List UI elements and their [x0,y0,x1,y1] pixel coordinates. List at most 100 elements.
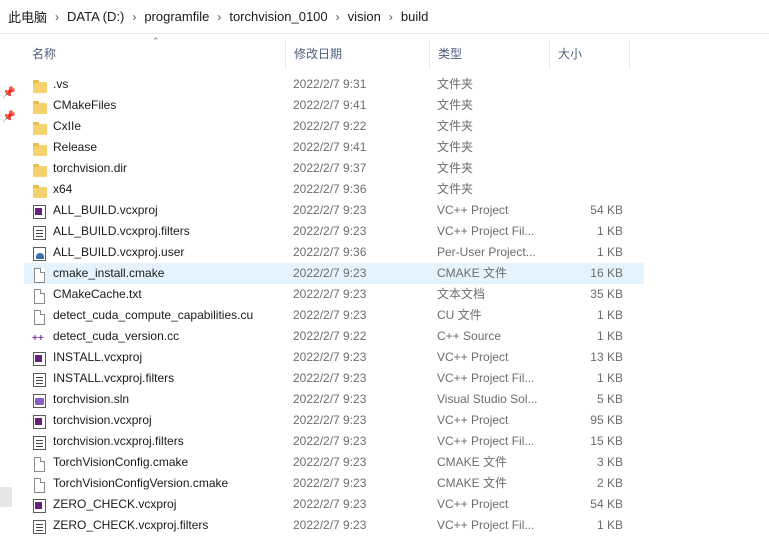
breadcrumb-separator-icon[interactable]: › [389,10,393,24]
filters-icon [32,518,48,534]
file-type: VC++ Project [437,497,509,511]
file-type: 文件夹 [437,98,474,112]
file-row[interactable]: ZERO_CHECK.vcxproj 2022/2/7 9:23 VC++ Proj… [24,494,644,515]
breadcrumb-separator-icon[interactable]: › [336,10,340,24]
column-header-date[interactable]: 修改日期 [286,40,430,68]
column-header-type[interactable]: 类型 [430,40,550,68]
file-type: VC++ Project Fil... [437,371,535,385]
file-size: 54 KB [590,497,623,511]
file-name: ALL_BUILD.vcxproj.user [53,245,185,259]
file-name: INSTALL.vcxproj.filters [53,371,175,385]
filters-icon [32,224,48,240]
file-row[interactable]: cmake_install.cmake 2022/2/7 9:23 CMAKE 文件… [24,263,644,284]
breadcrumb-item[interactable]: torchvision_0100 [227,9,329,24]
file-type: CMAKE 文件 [437,266,508,280]
file-row[interactable]: ++ detect_cuda_version.cc 2022/2/7 9:22 C++… [24,326,644,347]
file-name: ALL_BUILD.vcxproj [53,203,158,217]
file-name: x64 [53,182,73,196]
file-row[interactable]: detect_cuda_compute_capabilities.cu 2022/… [24,305,644,326]
file-type: VC++ Project Fil... [437,518,535,532]
breadcrumb-item[interactable]: programfile [142,9,211,24]
file-modified-date: 2022/2/7 9:23 [293,203,367,217]
file-type: VC++ Project Fil... [437,224,535,238]
file-modified-date: 2022/2/7 9:31 [293,77,367,91]
file-row[interactable]: x64 2022/2/7 9:36 文件夹 [24,179,644,200]
navigation-pane-edge: 📌 📌 [0,35,18,555]
breadcrumb-item[interactable]: vision [346,9,383,24]
file-row[interactable]: TorchVisionConfig.cmake 2022/2/7 9:23 CMAK… [24,452,644,473]
file-modified-date: 2022/2/7 9:23 [293,308,367,322]
file-modified-date: 2022/2/7 9:23 [293,266,367,280]
file-modified-date: 2022/2/7 9:23 [293,455,367,469]
file-size: 95 KB [590,413,623,427]
file-row[interactable]: torchvision.vcxproj 2022/2/7 9:23 VC++ Pro… [24,410,644,431]
file-name: CxIIe [53,119,82,133]
column-header: 名称 ⌃ 修改日期 类型 大小 [24,37,644,68]
file-name: Release [53,140,98,154]
file-row[interactable]: ZERO_CHECK.vcxproj.filters 2022/2/7 9:23 V… [24,515,644,536]
file-modified-date: 2022/2/7 9:41 [293,98,367,112]
file-name: torchvision.dir [53,161,128,175]
file-type: CMAKE 文件 [437,455,508,469]
file-row[interactable]: torchvision.dir 2022/2/7 9:37 文件夹 [24,158,644,179]
file-row[interactable]: CxIIe 2022/2/7 9:22 文件夹 [24,116,644,137]
file-row[interactable]: torchvision.sln 2022/2/7 9:23 Visual Studi… [24,389,644,410]
file-size: 1 KB [596,308,623,322]
file-row[interactable]: ALL_BUILD.vcxproj 2022/2/7 9:23 VC++ Proje… [24,200,644,221]
file-name: ALL_BUILD.vcxproj.filters [53,224,190,238]
breadcrumb-separator-icon[interactable]: › [132,10,136,24]
breadcrumb-separator-icon[interactable]: › [217,10,221,24]
document-icon [32,476,48,493]
file-row[interactable]: CMakeCache.txt 2022/2/7 9:23 文本文档 35 KB [24,284,644,305]
file-size [550,74,623,95]
breadcrumb-separator-icon[interactable]: › [55,10,59,24]
vcxproj-icon [32,497,48,513]
file-row[interactable]: INSTALL.vcxproj.filters 2022/2/7 9:23 VC++… [24,368,644,389]
file-type: 文件夹 [437,119,474,133]
solution-icon [32,392,48,408]
folder-icon [32,140,48,156]
file-size: 54 KB [590,203,623,217]
file-row[interactable]: CMakeFiles 2022/2/7 9:41 文件夹 [24,95,644,116]
pin-icon[interactable]: 📌 [2,111,16,123]
file-row[interactable]: ALL_BUILD.vcxproj.filters 2022/2/7 9:23 VC… [24,221,644,242]
breadcrumb-item[interactable]: build [399,9,430,24]
file-size: 35 KB [590,287,623,301]
file-name: ZERO_CHECK.vcxproj.filters [53,518,209,532]
file-size [550,179,623,200]
pin-icon[interactable]: 📌 [2,87,16,99]
file-name: ZERO_CHECK.vcxproj [53,497,177,511]
file-type: Visual Studio Sol... [437,392,538,406]
breadcrumb-item[interactable]: 此电脑 [6,7,49,26]
folder-icon [32,77,48,93]
file-row[interactable]: TorchVisionConfigVersion.cmake 2022/2/7 9… [24,473,644,494]
file-size [550,116,623,137]
file-row[interactable]: .vs 2022/2/7 9:31 文件夹 [24,74,644,95]
file-modified-date: 2022/2/7 9:36 [293,182,367,196]
file-row[interactable]: INSTALL.vcxproj 2022/2/7 9:23 VC++ Project… [24,347,644,368]
document-icon [32,308,48,325]
folder-icon [32,119,48,135]
breadcrumb-item[interactable]: DATA (D:) [65,9,126,24]
file-modified-date: 2022/2/7 9:22 [293,119,367,133]
scroll-indicator[interactable] [0,487,12,507]
file-name: CMakeCache.txt [53,287,142,301]
column-header-name[interactable]: 名称 ⌃ [24,37,286,68]
file-size: 15 KB [590,434,623,448]
file-size: 1 KB [596,518,623,532]
file-name: .vs [53,77,69,91]
column-header-type-label: 类型 [438,47,463,61]
file-name: torchvision.vcxproj [53,413,152,427]
file-size [550,158,623,179]
file-row[interactable]: ALL_BUILD.vcxproj.user 2022/2/7 9:36 Per-U… [24,242,644,263]
column-header-size[interactable]: 大小 [550,40,630,68]
file-modified-date: 2022/2/7 9:23 [293,287,367,301]
vcxproj-icon [32,350,48,366]
file-type: VC++ Project [437,413,509,427]
file-row[interactable]: torchvision.vcxproj.filters 2022/2/7 9:23… [24,431,644,452]
file-modified-date: 2022/2/7 9:23 [293,434,367,448]
vcxproj-icon [32,203,48,219]
file-row[interactable]: Release 2022/2/7 9:41 文件夹 [24,137,644,158]
file-name: detect_cuda_compute_capabilities.cu [53,308,254,322]
file-name: torchvision.vcxproj.filters [53,434,184,448]
